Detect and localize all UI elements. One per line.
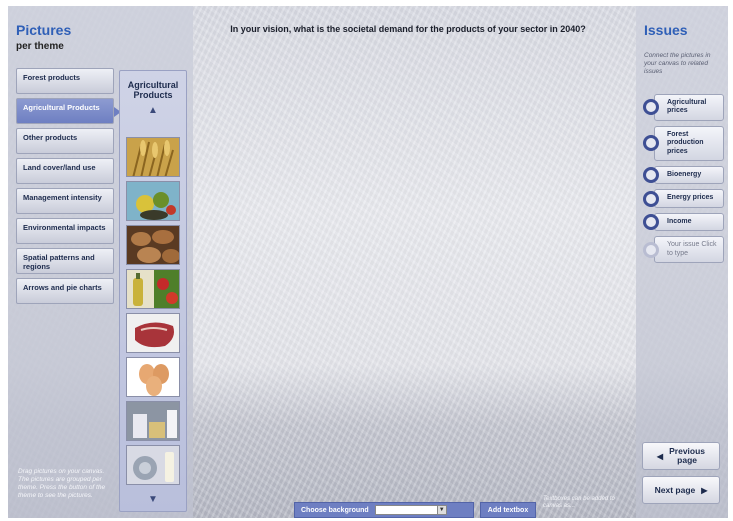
issue-forest-production-prices[interactable]: Forest production prices (643, 125, 724, 161)
theme-spatial-patterns[interactable]: Spatial patterns and regions (16, 248, 114, 274)
theme-management-intensity[interactable]: Management intensity (16, 188, 114, 214)
theme-environmental-impacts[interactable]: Environmental impacts (16, 218, 114, 244)
pictures-title: Pictures (16, 22, 72, 38)
wheat-image (127, 138, 179, 176)
issue-label: Income (667, 217, 692, 225)
chevron-down-icon[interactable]: ▼ (436, 506, 446, 514)
potatoes-image (127, 226, 179, 264)
theme-land-cover[interactable]: Land cover/land use (16, 158, 114, 184)
issue-energy-prices[interactable]: Energy prices (643, 189, 724, 208)
next-page-label: Next page (654, 485, 696, 495)
thumbnail-list (126, 137, 180, 489)
issue-placeholder-label: Your issue Click to type (667, 241, 717, 257)
theme-list: Forest products Agricultural Products Ot… (16, 68, 121, 308)
chevron-up-icon[interactable]: ▲ (120, 105, 186, 116)
thumb-potatoes[interactable] (126, 225, 180, 265)
meat-image (127, 314, 179, 352)
dairy-image (127, 402, 179, 440)
textbox-hint: Textboxes can be added to canvas as... (543, 496, 615, 510)
strip-title: Agricultural Products (127, 80, 179, 100)
fruit-vegetables-image (127, 182, 179, 220)
thumb-dairy[interactable] (126, 401, 180, 441)
connector-ring-icon[interactable] (643, 241, 659, 258)
issues-panel: Issues Connect the pictures in your canv… (636, 6, 728, 518)
milk-cheese-image (127, 446, 179, 484)
thumb-wheat[interactable] (126, 137, 180, 177)
previous-page-button[interactable]: ◀ Previous page (642, 442, 720, 470)
issue-income[interactable]: Income (643, 212, 724, 232)
choose-background-label: Choose background (301, 506, 369, 514)
thumb-milk-cheese[interactable] (126, 445, 180, 485)
issue-custom-input[interactable]: Your issue Click to type (643, 236, 724, 263)
issue-agricultural-prices[interactable]: Agricultural prices (643, 94, 724, 121)
pictures-subtitle: per theme (16, 41, 64, 52)
theme-other-products[interactable]: Other products (16, 128, 114, 154)
issue-list: Agricultural prices Forest production pr… (636, 94, 726, 268)
theme-agricultural-products[interactable]: Agricultural Products (16, 98, 121, 124)
thumb-oil-peppers[interactable] (126, 269, 180, 309)
issue-label: Forest production prices (667, 130, 704, 155)
question-title: In your vision, what is the societal dem… (230, 24, 586, 34)
arrow-left-icon: ◀ (656, 451, 664, 461)
connector-ring-icon[interactable] (643, 213, 659, 230)
issue-bioenergy[interactable]: Bioenergy (643, 165, 724, 185)
oil-peppers-image (127, 270, 179, 308)
thumb-eggs[interactable] (126, 357, 180, 397)
picture-strip: Agricultural Products ▲ ▼ (119, 70, 187, 512)
pictures-hint: Drag pictures on your canvas. The pictur… (18, 468, 106, 500)
issue-label: Bioenergy (667, 170, 702, 178)
add-textbox-button[interactable]: Add textbox (480, 502, 536, 518)
issue-label: Agricultural prices (667, 99, 707, 115)
eggs-image (127, 358, 179, 396)
thumb-fruit-vegetables[interactable] (126, 181, 180, 221)
chevron-down-icon[interactable]: ▼ (120, 494, 186, 505)
connector-ring-icon[interactable] (643, 190, 659, 207)
pictures-panel: Pictures per theme Forest products Agric… (8, 6, 193, 518)
thumb-meat[interactable] (126, 313, 180, 353)
choose-background-bar: Choose background ▼ (294, 502, 474, 518)
connector-ring-icon[interactable] (643, 99, 659, 116)
connector-ring-icon[interactable] (643, 135, 659, 152)
theme-arrows-pie-charts[interactable]: Arrows and pie charts (16, 278, 114, 304)
connector-ring-icon[interactable] (643, 167, 659, 184)
next-page-button[interactable]: Next page ▶ (642, 476, 720, 504)
arrow-right-icon: ▶ (701, 485, 708, 495)
app-window: Pictures per theme Forest products Agric… (8, 6, 728, 518)
background-select[interactable]: ▼ (374, 505, 447, 515)
issues-title: Issues (644, 22, 688, 38)
issue-label: Energy prices (667, 194, 714, 202)
previous-page-label: Previous page (669, 445, 706, 465)
theme-forest-products[interactable]: Forest products (16, 68, 114, 94)
issues-hint: Connect the pictures in your canvas to r… (644, 52, 711, 75)
